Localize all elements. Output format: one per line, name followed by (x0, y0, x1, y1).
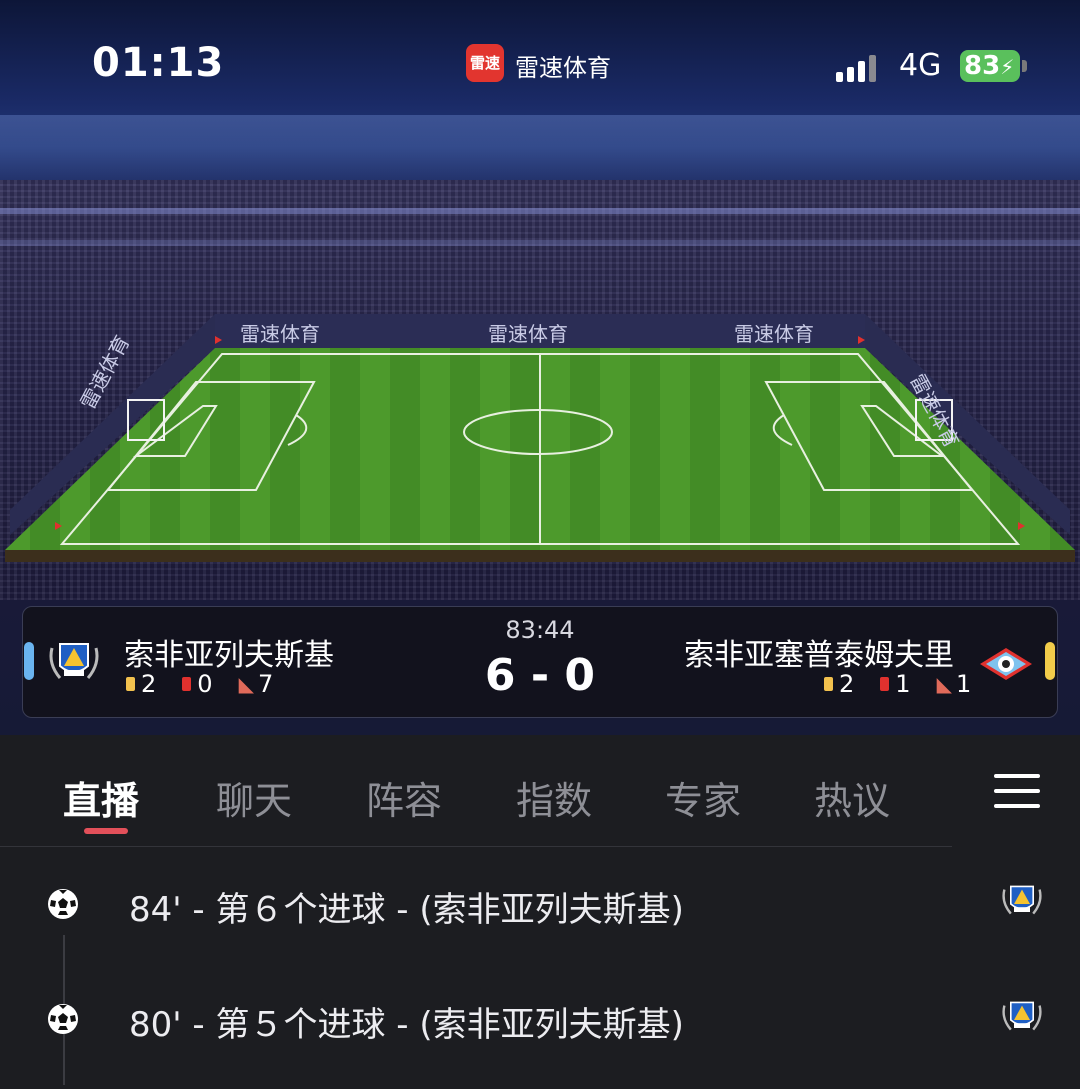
status-time: 01:13 (92, 40, 225, 86)
battery-nub (1022, 60, 1027, 72)
stadium-roof (0, 115, 1080, 185)
turf-edge (5, 550, 1075, 562)
tab-lineup[interactable]: 阵容 (366, 770, 442, 825)
corner-flag-icon: ◣ (936, 672, 952, 696)
away-red-count: 1 (895, 670, 911, 698)
app-logo: 雷速 (466, 44, 504, 82)
ad-text-center: 雷速体育 (488, 322, 568, 346)
tab-discussion[interactable]: 热议 (814, 770, 890, 825)
status-bar: 01:13 雷速 雷速体育 4G 83⚡ (0, 0, 1080, 110)
tab-chat[interactable]: 聊天 (216, 770, 292, 825)
event-text[interactable]: 80' - 第５个进球 - (索非亚列夫斯基) (129, 997, 684, 1046)
tab-live[interactable]: 直播 (63, 770, 139, 825)
ad-text-right: 雷速体育 (734, 322, 814, 346)
tab-experts[interactable]: 专家 (665, 770, 741, 825)
app-name: 雷速体育 (515, 54, 611, 82)
red-card-icon (880, 677, 890, 691)
away-yellow-count: 2 (839, 670, 855, 698)
football-icon (48, 1004, 78, 1034)
away-team-name[interactable]: 索非亚塞普泰姆夫里 (684, 630, 954, 674)
away-team-stats: 2 1 ◣ 1 (824, 670, 971, 698)
signal-icon (836, 52, 882, 82)
menu-icon[interactable] (994, 772, 1040, 810)
away-team-crest-icon[interactable] (978, 644, 1034, 684)
yellow-card-icon (824, 677, 833, 691)
home-team-crest-icon (1002, 1001, 1042, 1031)
stand-stripe (0, 240, 1080, 246)
active-tab-indicator (84, 828, 128, 834)
home-team-crest-icon (1002, 885, 1042, 915)
battery-level: 83 (964, 51, 1001, 81)
tab-odds[interactable]: 指数 (516, 770, 592, 825)
ad-text-left: 雷速体育 (240, 322, 320, 346)
event-text[interactable]: 84' - 第６个进球 - (索非亚列夫斯基) (129, 882, 684, 931)
football-icon (48, 889, 78, 919)
network-type: 4G (899, 48, 942, 83)
pitch: 雷速体育 雷速体育 雷速体育 雷速体育 雷速体育 (0, 300, 1080, 580)
away-corner-count: 1 (955, 670, 972, 698)
stand-stripe (0, 208, 1080, 214)
battery-icon: 83⚡ (960, 50, 1020, 82)
